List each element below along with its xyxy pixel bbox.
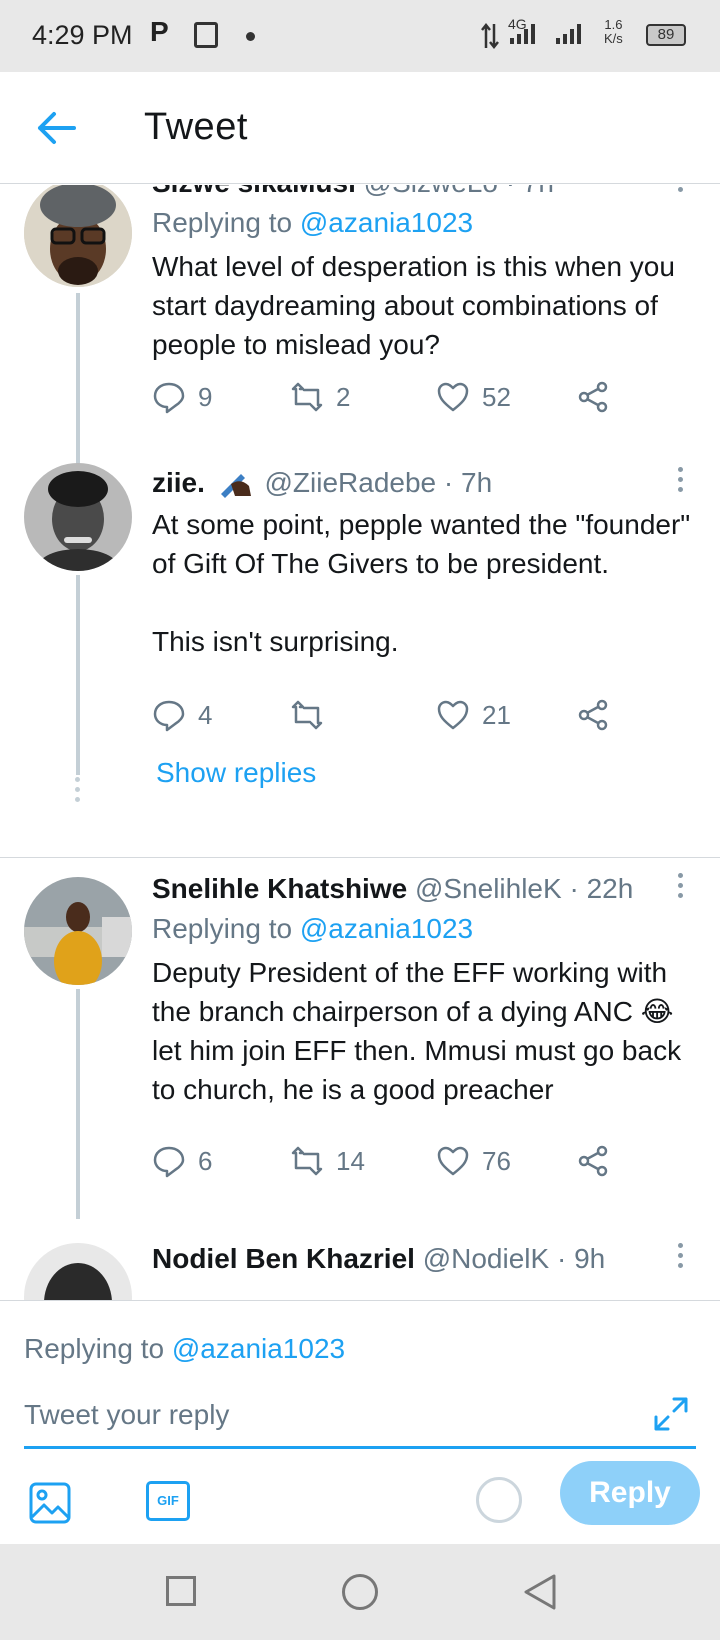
expand-icon[interactable]: [652, 1395, 690, 1433]
composer-replying-to: Replying to @azania1023: [24, 1333, 346, 1364]
page-title: Tweet: [144, 106, 248, 148]
display-name[interactable]: Nodiel Ben Khazriel: [152, 1243, 415, 1274]
home-button[interactable]: [342, 1574, 378, 1610]
handle-time: @SnelihleK · 22h: [414, 873, 634, 904]
status-time: 4:29 PM: [32, 20, 133, 50]
avatar[interactable]: [24, 185, 132, 287]
signal-icon-2: [556, 24, 581, 44]
reply-action[interactable]: 4: [152, 695, 212, 735]
tweet-text: Deputy President of the EFF working with…: [152, 957, 682, 1105]
retweet-icon: [291, 700, 323, 730]
network-speed: 1.6 K/s: [604, 17, 623, 46]
back-triangle-icon[interactable]: [522, 1572, 558, 1612]
image-icon[interactable]: [28, 1481, 72, 1525]
reply-feed[interactable]: Sizwe sikaMusi @SizweLo · 7h Replying to…: [0, 185, 720, 1300]
heart-icon: [437, 382, 469, 412]
like-action[interactable]: 52: [436, 377, 511, 417]
character-count-circle: [476, 1477, 522, 1523]
display-name[interactable]: Snelihle Khatshiwe: [152, 873, 407, 904]
replying-to-link[interactable]: @azania1023: [300, 207, 473, 238]
like-action[interactable]: 21: [436, 695, 511, 735]
tweet-text: At some point, pepple wanted the "founde…: [152, 509, 691, 657]
show-replies-link[interactable]: Show replies: [156, 757, 316, 789]
reply-icon: [153, 1146, 185, 1178]
reply-icon: [153, 382, 185, 414]
avatar-image: [24, 185, 132, 287]
more-options-icon[interactable]: [672, 873, 688, 903]
thread-divider: [0, 857, 720, 858]
reply-input[interactable]: Tweet your reply: [24, 1389, 696, 1449]
retweet-icon: [291, 382, 323, 412]
tweet-item[interactable]: Sizwe sikaMusi @SizweLo · 7h Replying to…: [0, 185, 720, 469]
share-action[interactable]: [576, 1141, 610, 1181]
retweet-action[interactable]: 14: [290, 1141, 365, 1181]
writing-hand-emoji-icon: [220, 474, 251, 498]
tweet-text: What level of desperation is this when y…: [152, 251, 675, 360]
replying-to: Replying to @azania1023: [152, 207, 474, 238]
app-header: Tweet: [0, 72, 720, 184]
reply-action[interactable]: 6: [152, 1141, 212, 1181]
retweet-action[interactable]: [290, 695, 336, 735]
thread-line: [76, 293, 80, 469]
thread-dots: [75, 777, 81, 807]
thread-line: [76, 989, 80, 1219]
reply-composer: Replying to @azania1023 Tweet your reply…: [0, 1300, 720, 1544]
reply-button[interactable]: Reply: [560, 1461, 700, 1525]
notification-icon: [194, 22, 218, 48]
tweet-actions: 9 2 52: [152, 377, 672, 417]
avatar[interactable]: [24, 1243, 132, 1300]
data-transfer-icon: [481, 22, 499, 50]
display-name[interactable]: Sizwe sikaMusi: [152, 185, 356, 198]
heart-icon: [437, 1146, 469, 1176]
tweet-header: ziie. @ZiieRadebe · 7h: [152, 467, 492, 499]
handle-time: @ZiieRadebe · 7h: [264, 467, 493, 498]
more-notifications-icon: [246, 32, 255, 41]
avatar-image: [24, 1243, 132, 1300]
thread-line: [76, 575, 80, 775]
share-icon: [578, 381, 608, 413]
share-icon: [578, 1145, 608, 1177]
parking-icon: P: [150, 16, 169, 47]
composer-replying-link[interactable]: @azania1023: [172, 1333, 345, 1364]
tweet-header: Snelihle Khatshiwe @SnelihleK · 22h: [152, 873, 633, 905]
display-name[interactable]: ziie.: [152, 467, 205, 498]
retweet-icon: [291, 1146, 323, 1176]
avatar[interactable]: [24, 463, 132, 571]
tweet-item[interactable]: Snelihle Khatshiwe @SnelihleK · 22h Repl…: [0, 873, 720, 1219]
avatar-image: [24, 877, 132, 985]
more-options-icon[interactable]: [672, 185, 688, 197]
like-action[interactable]: 76: [436, 1141, 511, 1181]
replying-to: Replying to @azania1023: [152, 913, 474, 944]
tweet-header: Sizwe sikaMusi @SizweLo · 7h: [152, 185, 554, 199]
replying-to-link[interactable]: @azania1023: [300, 913, 473, 944]
recents-button[interactable]: [166, 1576, 196, 1606]
more-options-icon[interactable]: [672, 467, 688, 497]
share-icon: [578, 699, 608, 731]
heart-icon: [437, 700, 469, 730]
tweet-header: Nodiel Ben Khazriel @NodielK · 9h: [152, 1243, 605, 1275]
arrow-left-icon[interactable]: [34, 106, 78, 150]
handle-time: @SizweLo · 7h: [364, 185, 554, 198]
status-bar: 4:29 PM P 4G 1.6 K/s 89: [0, 0, 720, 72]
tweet-actions: 4 21: [152, 695, 672, 735]
battery-icon: 89: [646, 24, 686, 46]
reply-input-placeholder: Tweet your reply: [24, 1399, 230, 1430]
handle-time: @NodielK · 9h: [422, 1243, 606, 1274]
system-nav-bar: [0, 1544, 720, 1640]
retweet-action[interactable]: 2: [290, 377, 350, 417]
avatar-image: [24, 463, 132, 571]
gif-icon[interactable]: GIF: [146, 1481, 190, 1521]
reply-icon: [153, 700, 185, 732]
composer-toolbar: GIF Reply: [0, 1461, 720, 1545]
avatar[interactable]: [24, 877, 132, 985]
tweet-item[interactable]: Nodiel Ben Khazriel @NodielK · 9h: [0, 1243, 720, 1300]
reply-action[interactable]: 9: [152, 377, 212, 417]
tweet-actions: 6 14 76: [152, 1141, 672, 1181]
signal-icon: [510, 24, 535, 44]
share-action[interactable]: [576, 377, 610, 417]
share-action[interactable]: [576, 695, 610, 735]
tweet-item[interactable]: ziie. @ZiieRadebe · 7h At some point, pe…: [0, 457, 720, 807]
more-options-icon[interactable]: [672, 1243, 688, 1273]
